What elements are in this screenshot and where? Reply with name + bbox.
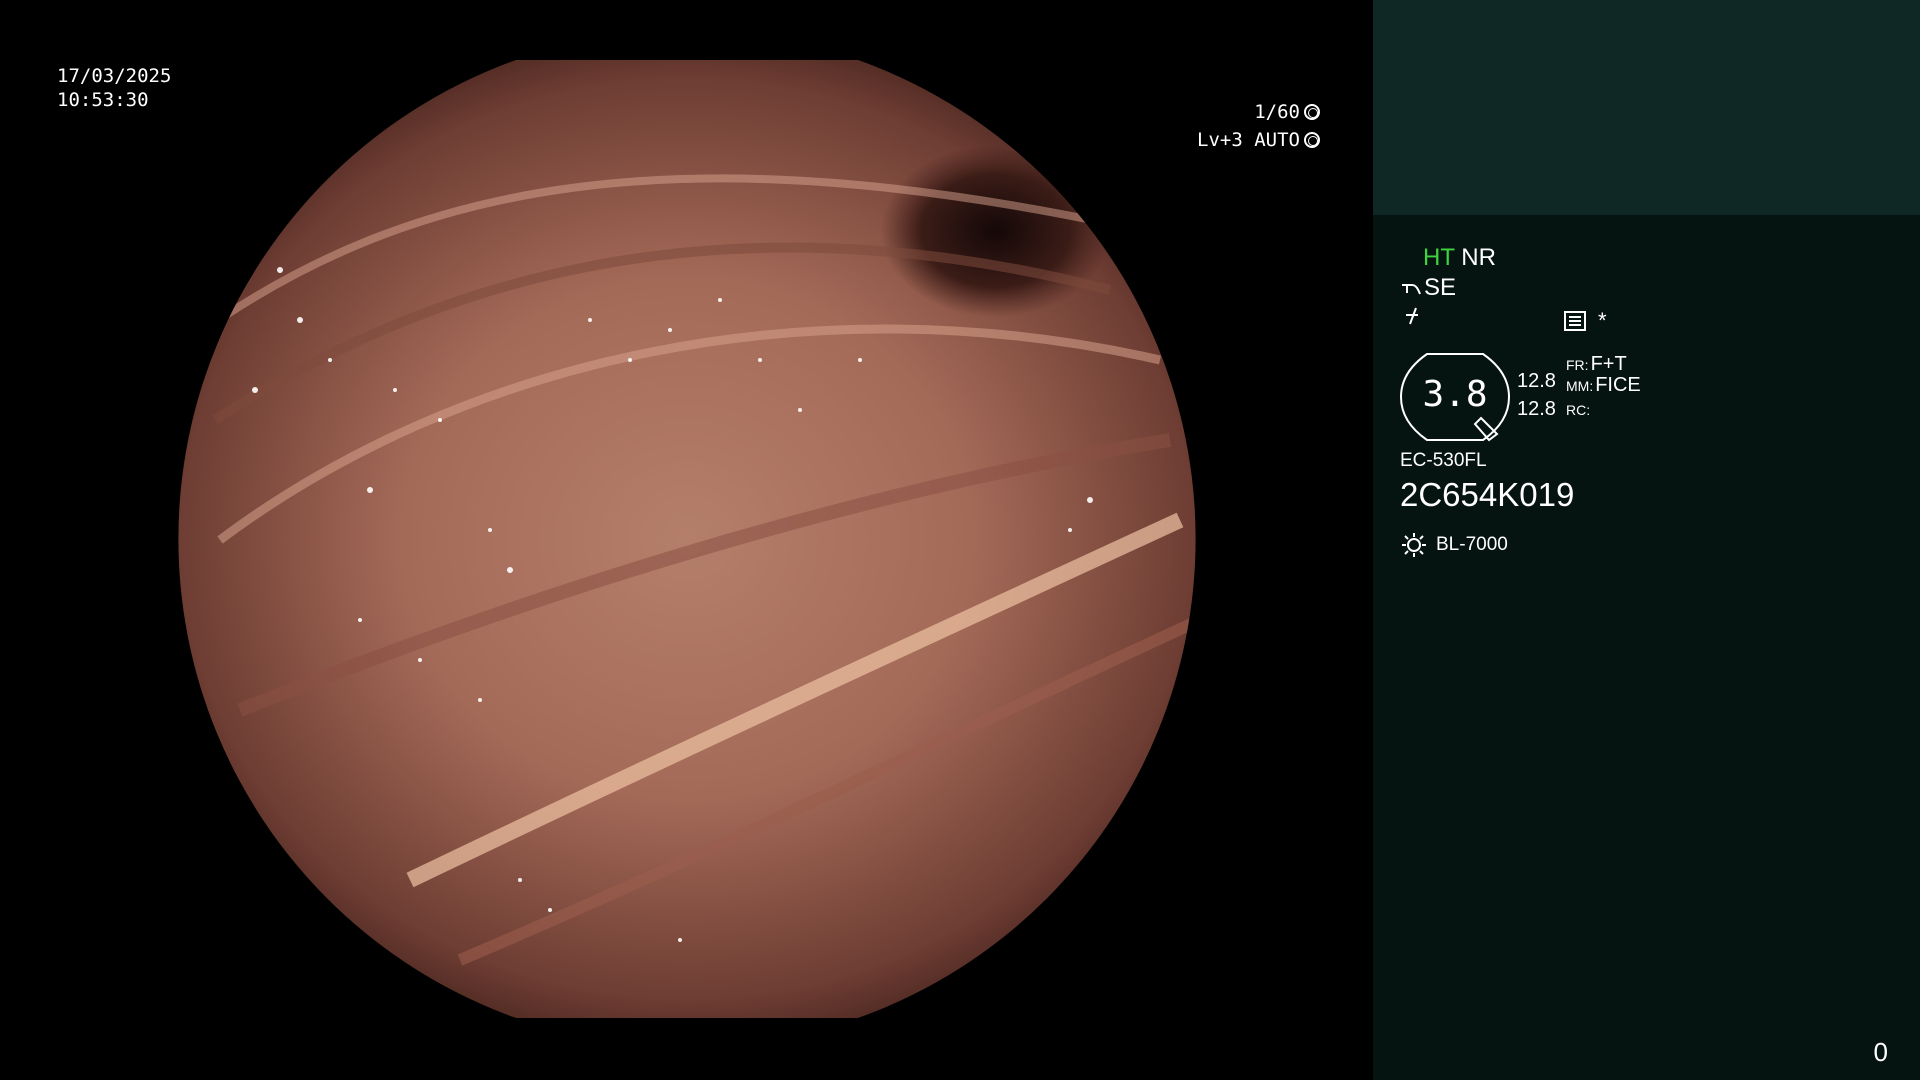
fr-row: FR: F+T (1566, 353, 1627, 376)
date-text: 17/03/2025 (57, 65, 172, 87)
scope-model: EC-530FL (1400, 450, 1487, 471)
shutter-value: 1/60 (1254, 101, 1300, 123)
time-text: 10:53:30 (57, 89, 149, 111)
shutter-row: 1/60 (1150, 98, 1320, 126)
status-panel: HT NR SE * 3.8 12.8 12.8 FR: F+T MM: FIC… (1373, 0, 1920, 1080)
rc-row: RC: (1566, 402, 1590, 420)
fr-value: F+T (1590, 353, 1627, 375)
light-source-value: BL-7000 (1436, 534, 1508, 555)
se-row: SE (1400, 274, 1456, 302)
datetime: 17/03/2025 10:53:30 (57, 64, 171, 112)
nr-label: NR (1461, 244, 1496, 271)
footer-number: 0 (1873, 1037, 1888, 1067)
light-source: BL-7000 (1400, 531, 1508, 559)
iris-row: Lv+3 AUTO (1150, 126, 1320, 154)
mm-row: MM: FICE (1566, 374, 1641, 397)
fr-label: FR: (1566, 357, 1589, 373)
iris-value: Lv+3 AUTO (1197, 129, 1300, 151)
shutter-icon (1304, 104, 1320, 120)
ht-label: HT (1423, 244, 1455, 271)
endoscope-viewport: 17/03/2025 10:53:30 1/60 Lv+3 AUTO (0, 0, 1373, 1080)
menu-icon (1564, 311, 1586, 331)
endoscopic-image (178, 60, 1196, 1018)
value-one: 12.8 (1517, 370, 1556, 392)
mm-value: FICE (1595, 374, 1641, 396)
auto-iris-icon (1304, 132, 1320, 148)
lamp-icon (1402, 533, 1426, 557)
processing-modes: HT NR (1423, 244, 1496, 272)
value-two: 12.8 (1517, 398, 1556, 420)
sharpness-icon (1402, 306, 1422, 331)
panel-header (1373, 0, 1920, 215)
mm-label: MM: (1566, 378, 1594, 394)
scope-icon (1402, 284, 1421, 295)
serial-number: 2C654K019 (1400, 476, 1575, 513)
se-label: SE (1424, 274, 1457, 301)
menu-status: * (1564, 308, 1607, 334)
rc-label: RC: (1566, 402, 1591, 418)
exposure-info: 1/60 Lv+3 AUTO (1150, 98, 1320, 154)
asterisk-marker: * (1598, 308, 1607, 333)
gauge-value: 3.8 (1422, 374, 1488, 415)
